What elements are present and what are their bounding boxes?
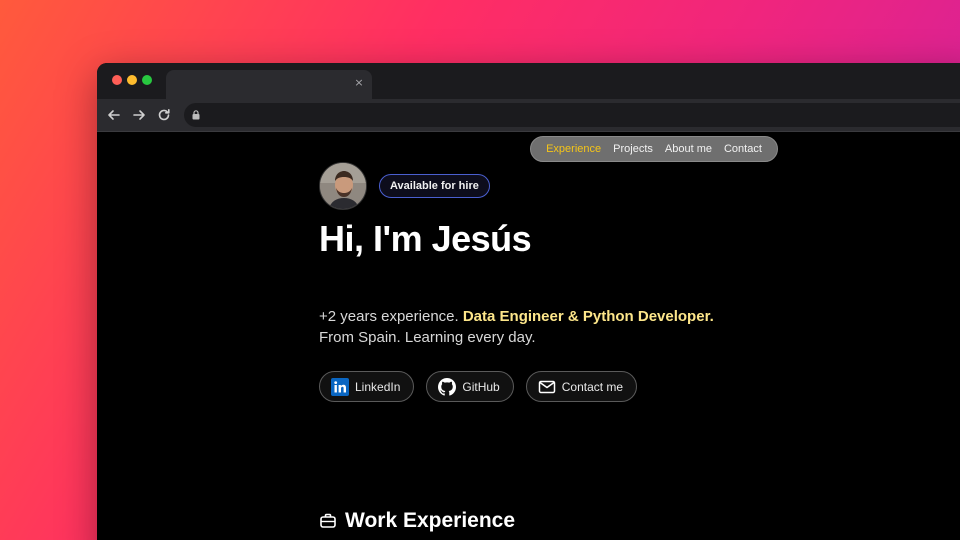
github-icon [438, 377, 457, 396]
linkedin-icon [331, 377, 349, 396]
top-navigation: Experience Projects About me Contact [530, 136, 778, 162]
intro-text: +2 years experience. Data Engineer & Pyt… [319, 306, 739, 348]
minimize-window-button[interactable] [127, 75, 137, 85]
mail-icon [538, 380, 555, 393]
maximize-window-button[interactable] [142, 75, 152, 85]
github-button[interactable]: GitHub [426, 371, 514, 402]
github-label: GitHub [462, 379, 500, 394]
lock-icon [192, 110, 200, 120]
nav-item-projects[interactable]: Projects [613, 143, 653, 155]
close-window-button[interactable] [112, 75, 122, 85]
status-badge: Available for hire [379, 174, 490, 198]
intro-highlight: Data Engineer & Python Developer. [462, 308, 714, 325]
work-experience-heading: Work Experience [319, 509, 515, 533]
linkedin-label: LinkedIn [355, 379, 401, 394]
intro-line-2: From Spain. Learning every day. [319, 329, 536, 346]
page-content: Experience Projects About me Contact Ava… [97, 132, 960, 540]
briefcase-icon [320, 513, 336, 528]
nav-item-experience[interactable]: Experience [546, 143, 601, 155]
social-links: LinkedIn GitHub Contact me [319, 371, 638, 402]
contact-me-label: Contact me [561, 379, 624, 394]
browser-tab[interactable]: × [166, 70, 372, 99]
avatar-photo [320, 163, 366, 209]
browser-window: × Experience Projects About me Contact A… [97, 63, 960, 540]
linkedin-button[interactable]: LinkedIn [319, 371, 415, 402]
intro-prefix: +2 years experience. [319, 308, 459, 325]
browser-titlebar: × [97, 63, 960, 99]
nav-item-contact[interactable]: Contact [724, 143, 762, 155]
page-title: Hi, I'm Jesús [319, 218, 532, 259]
address-bar[interactable] [184, 103, 960, 127]
close-tab-icon[interactable]: × [353, 77, 365, 89]
work-experience-title: Work Experience [345, 509, 516, 532]
back-arrow-icon[interactable] [106, 107, 122, 123]
contact-me-button[interactable]: Contact me [525, 371, 638, 402]
reload-icon[interactable] [156, 107, 172, 123]
forward-arrow-icon[interactable] [131, 107, 147, 123]
nav-item-about-me[interactable]: About me [665, 143, 712, 155]
browser-toolbar [97, 99, 960, 132]
avatar [319, 162, 367, 210]
